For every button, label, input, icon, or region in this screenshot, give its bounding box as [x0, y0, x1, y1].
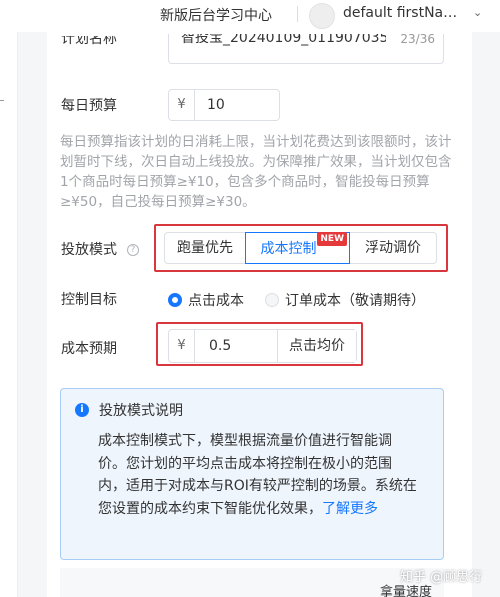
delivery-mode-selector: 跑量优先 成本控制 NEW 浮动调价 [164, 232, 437, 264]
plan-name-label: 计划名称 [61, 36, 117, 50]
radio-label: 订单成本（敬请期待） [285, 293, 425, 309]
sidebar-marker [0, 100, 4, 101]
help-icon[interactable]: ? [127, 244, 139, 256]
mode-option-label: 成本控制 [260, 241, 317, 257]
info-body: 成本控制模式下，模型根据流量价值进行智能调价。您计划的平均点击成本将控制在极小的… [98, 430, 418, 520]
header-divider [297, 6, 298, 22]
plan-name-value: 智投宝_20240109_0119070350 [181, 34, 386, 46]
mode-option-label: 跑量优先 [177, 240, 233, 256]
learning-center-link[interactable]: 新版后台学习中心 [160, 5, 272, 25]
currency-prefix: ¥ [169, 90, 195, 120]
delivery-mode-label: 投放模式 [61, 242, 117, 258]
control-target-label: 控制目标 [61, 292, 117, 308]
cost-expectation-input[interactable]: ¥ 0.5 点击均价 [168, 329, 357, 363]
daily-budget-label: 每日预算 [61, 98, 117, 114]
mode-info-box: i 投放模式说明 成本控制模式下，模型根据流量价值进行智能调价。您计划的平均点击… [60, 388, 444, 560]
chevron-down-icon[interactable]: ⌄ [473, 6, 482, 19]
plan-name-input[interactable]: 智投宝_20240109_0119070350 23/36 [168, 34, 444, 64]
learn-more-link[interactable]: 了解更多 [322, 501, 378, 517]
mode-option-float-bid[interactable]: 浮动调价 [350, 233, 436, 263]
top-header: 新版后台学习中心 default firstNam... ⌄ [0, 0, 500, 32]
currency-prefix: ¥ [169, 330, 195, 362]
watermark: 知乎 @顾思行 [400, 570, 483, 585]
left-sidebar [0, 32, 18, 597]
radio-selected-icon [168, 293, 182, 307]
info-title: 投放模式说明 [99, 403, 183, 419]
daily-budget-input[interactable]: ¥ 10 [168, 89, 280, 121]
mode-option-cost-control[interactable]: 成本控制 NEW [245, 232, 350, 264]
plan-name-char-count: 23/36 [400, 34, 435, 46]
new-badge: NEW [317, 232, 347, 246]
daily-budget-value: 10 [207, 97, 225, 113]
mode-option-label: 浮动调价 [365, 240, 421, 256]
user-avatar[interactable] [309, 3, 335, 29]
radio-click-cost[interactable]: 点击成本 [168, 290, 244, 310]
cost-unit-suffix: 点击均价 [277, 330, 356, 362]
info-icon: i [75, 403, 89, 417]
user-name[interactable]: default firstNam... [343, 5, 469, 21]
plan-settings-card: 计划名称 智投宝_20240109_0119070350 23/36 每日预算 … [47, 32, 472, 597]
cost-expectation-value: 0.5 [209, 338, 232, 354]
radio-order-cost[interactable]: 订单成本（敬请期待） [265, 290, 425, 310]
daily-budget-hint: 每日预算指该计划的日消耗上限，当计划花费达到该限额时，该计划暂时下线，次日自动上… [60, 134, 452, 210]
plan-name-label-text: 计划名称 [61, 36, 117, 47]
radio-unselected-icon [265, 293, 279, 307]
radio-label: 点击成本 [188, 293, 244, 309]
cost-expectation-label: 成本预期 [61, 341, 117, 357]
mode-option-volume-first[interactable]: 跑量优先 [165, 233, 246, 263]
table-header: 拿量速度 [60, 568, 444, 597]
